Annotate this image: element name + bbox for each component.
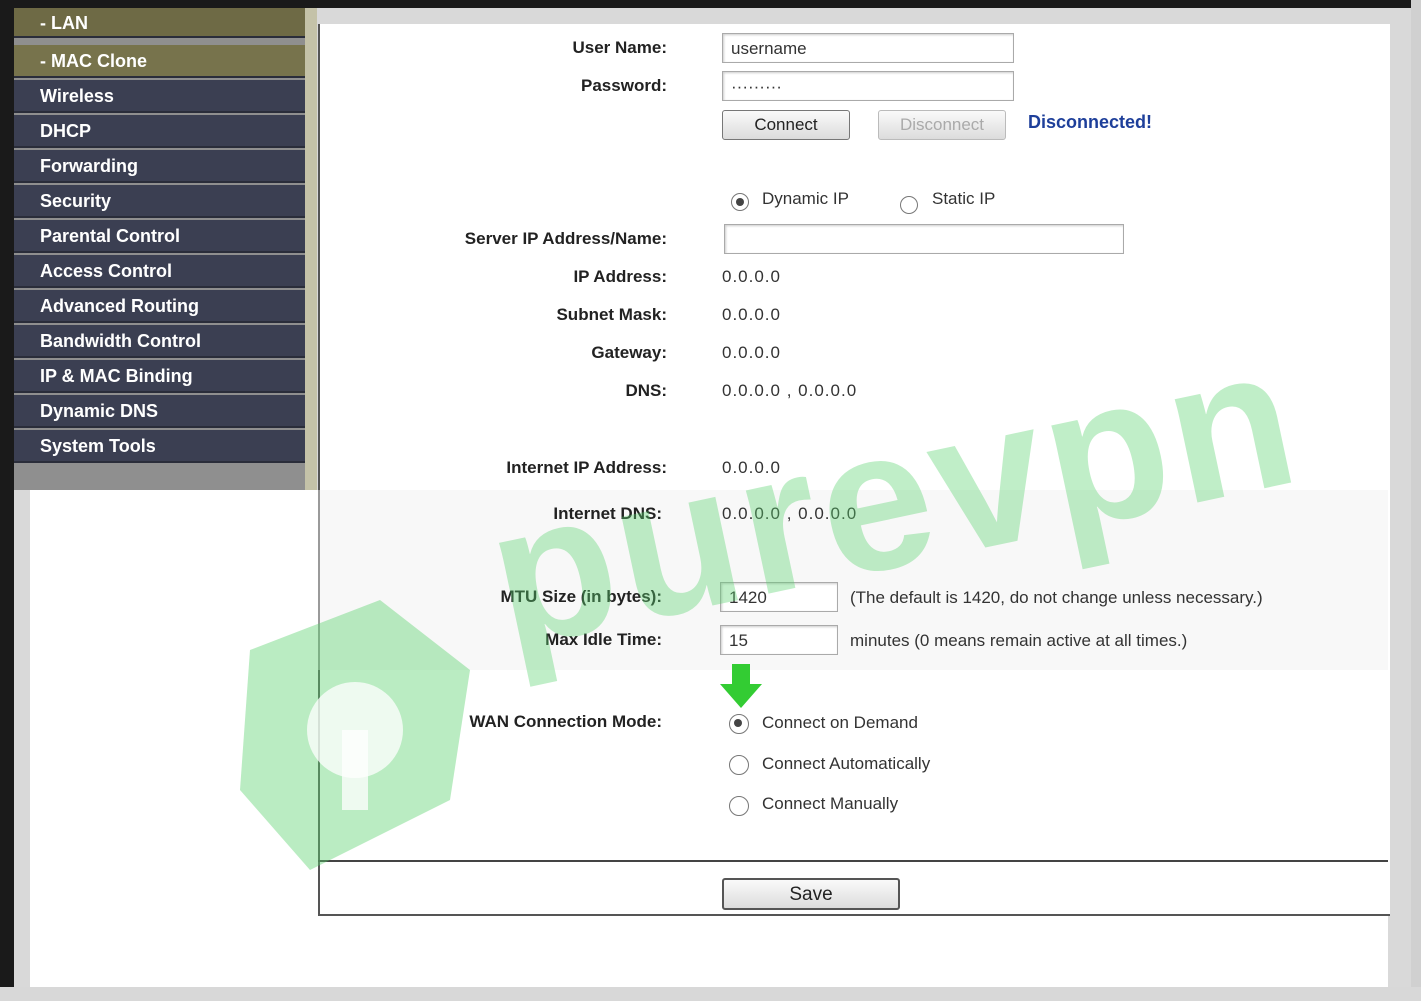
disconnect-button[interactable]: Disconnect — [878, 110, 1006, 140]
gateway-value: 0.0.0.0 — [722, 343, 781, 362]
subnet-mask-value: 0.0.0.0 — [722, 305, 781, 324]
user-name-field[interactable]: username — [722, 33, 1014, 63]
wan-mode-manual-label: Connect Manually — [762, 794, 899, 813]
gateway-label: Gateway: — [591, 343, 667, 362]
wan-mode-manual-radio[interactable] — [729, 796, 749, 816]
password-label: Password: — [581, 76, 667, 95]
window-frame-right — [1411, 0, 1421, 1001]
wan-mode-demand-radio[interactable] — [729, 714, 749, 734]
sidebar-item-mac-clone[interactable]: - MAC Clone — [14, 45, 310, 78]
ip-address-value: 0.0.0.0 — [722, 267, 781, 286]
purevpn-logo-icon — [240, 600, 470, 870]
sidebar-item-ip-mac-binding[interactable]: IP & MAC Binding — [14, 360, 310, 393]
dynamic-ip-label: Dynamic IP — [762, 189, 849, 208]
sidebar-item-access-control[interactable]: Access Control — [14, 255, 310, 288]
arrow-down-icon — [720, 664, 762, 708]
sidebar-item-forwarding[interactable]: Forwarding — [14, 150, 310, 183]
sidebar-item-system-tools[interactable]: System Tools — [14, 430, 310, 463]
static-ip-radio[interactable] — [900, 196, 918, 214]
connect-button[interactable]: Connect — [722, 110, 850, 140]
wan-mode-auto-radio[interactable] — [729, 755, 749, 775]
ip-address-label: IP Address: — [573, 267, 667, 286]
sidebar-item-advanced-routing[interactable]: Advanced Routing — [14, 290, 310, 323]
max-idle-hint: minutes (0 means remain active at all ti… — [850, 631, 1188, 650]
sidebar-separator — [305, 8, 317, 490]
sidebar-item-wireless[interactable]: Wireless — [14, 80, 310, 113]
sidebar-item-parental-control[interactable]: Parental Control — [14, 220, 310, 253]
dns-label: DNS: — [625, 381, 667, 400]
wan-mode-demand-label: Connect on Demand — [762, 713, 918, 732]
sidebar-item-security[interactable]: Security — [14, 185, 310, 218]
sidebar-menu: - LAN - MAC Clone Wireless DHCP Forwardi… — [14, 8, 312, 490]
connection-status: Disconnected! — [1028, 112, 1153, 132]
save-button[interactable]: Save — [722, 878, 900, 910]
server-ip-label: Server IP Address/Name: — [464, 229, 667, 248]
sidebar-item-bandwidth-control[interactable]: Bandwidth Control — [14, 325, 310, 358]
subnet-mask-label: Subnet Mask: — [556, 305, 667, 324]
dynamic-ip-radio[interactable] — [731, 193, 749, 211]
wan-mode-auto-label: Connect Automatically — [762, 754, 931, 773]
static-ip-label: Static IP — [932, 189, 996, 208]
sidebar-item-lan[interactable]: - LAN — [14, 8, 310, 38]
user-name-label: User Name: — [572, 38, 668, 57]
password-field[interactable]: ········· — [722, 71, 1014, 101]
server-ip-field[interactable] — [724, 224, 1124, 254]
window-frame-top — [0, 0, 1421, 8]
sidebar-item-dhcp[interactable]: DHCP — [14, 115, 310, 148]
content-footer-area — [318, 916, 1388, 987]
sidebar-item-dynamic-dns[interactable]: Dynamic DNS — [14, 395, 310, 428]
window-frame-bottom — [0, 987, 1421, 1001]
window-frame-left — [0, 0, 14, 1001]
